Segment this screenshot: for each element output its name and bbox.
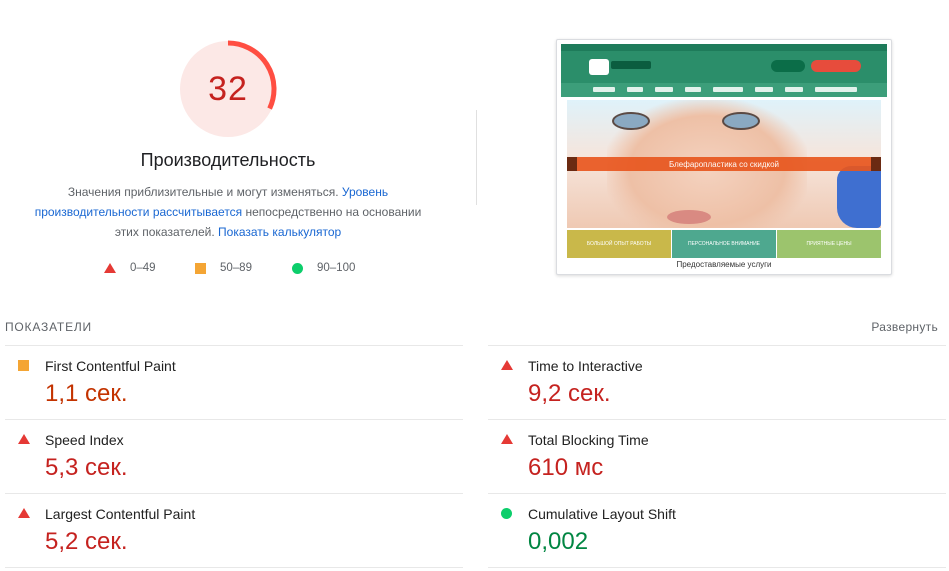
metrics-header: ПОКАЗАТЕЛИ bbox=[5, 320, 92, 334]
metric-value: 5,3 сек. bbox=[45, 454, 128, 481]
site-feature-label: БОЛЬШОЙ ОПЫТ РАБОТЫ bbox=[586, 241, 652, 247]
score-legend: 0–49 50–89 90–100 bbox=[0, 262, 456, 278]
metric-time-to-interactive: Time to Interactive 9,2 сек. bbox=[488, 345, 946, 420]
site-header bbox=[561, 51, 887, 83]
triangle-icon bbox=[18, 434, 30, 444]
metric-name: Largest Contentful Paint bbox=[45, 506, 196, 522]
site-topbar bbox=[561, 44, 887, 51]
banner-next-arrow bbox=[871, 157, 881, 171]
circle-icon bbox=[501, 508, 512, 519]
description-text-1: Значения приблизительные и могут изменят… bbox=[67, 185, 342, 199]
legend-label: 0–49 bbox=[130, 262, 156, 274]
triangle-icon bbox=[501, 434, 513, 444]
site-signup-pill bbox=[811, 60, 861, 72]
legend-pass: 90–100 bbox=[292, 262, 355, 274]
final-screenshot[interactable]: Блефаропластика со скидкой БОЛЬШОЙ ОПЫТ … bbox=[556, 39, 892, 275]
site-banner: Блефаропластика со скидкой bbox=[567, 157, 881, 171]
performance-title: Производительность bbox=[140, 150, 316, 170]
site-phone-pill bbox=[771, 60, 805, 72]
site-feature-label: ПЕРСОНАЛЬНОЕ ВНИМАНИЕ bbox=[687, 241, 761, 247]
metric-value: 5,2 сек. bbox=[45, 528, 128, 555]
metric-name: First Contentful Paint bbox=[45, 358, 176, 374]
performance-gauge: 32 bbox=[179, 40, 277, 138]
performance-description: Значения приблизительные и могут изменят… bbox=[25, 182, 431, 242]
show-calculator-link[interactable]: Показать калькулятор bbox=[218, 225, 341, 239]
triangle-icon bbox=[18, 508, 30, 518]
metric-name: Speed Index bbox=[45, 432, 124, 448]
metric-largest-contentful-paint: Largest Contentful Paint 5,2 сек. bbox=[5, 493, 463, 568]
eye-shape bbox=[722, 112, 760, 130]
metric-first-contentful-paint: First Contentful Paint 1,1 сек. bbox=[5, 345, 463, 420]
metric-cumulative-layout-shift: Cumulative Layout Shift 0,002 bbox=[488, 493, 946, 568]
lips-shape bbox=[667, 210, 711, 224]
metric-value: 0,002 bbox=[528, 528, 589, 555]
site-nav bbox=[561, 83, 887, 97]
square-icon bbox=[18, 360, 29, 371]
legend-label: 90–100 bbox=[317, 262, 356, 274]
metric-value: 1,1 сек. bbox=[45, 380, 128, 407]
site-feature-2: ПЕРСОНАЛЬНОЕ ВНИМАНИЕ bbox=[672, 230, 776, 258]
section-divider bbox=[476, 110, 477, 205]
metric-name: Total Blocking Time bbox=[528, 432, 649, 448]
metric-name: Time to Interactive bbox=[528, 358, 643, 374]
metric-value: 9,2 сек. bbox=[528, 380, 611, 407]
metric-total-blocking-time: Total Blocking Time 610 мс bbox=[488, 419, 946, 494]
metrics-bottom-border bbox=[5, 567, 463, 568]
metric-value: 610 мс bbox=[528, 454, 604, 481]
eye-shape bbox=[612, 112, 650, 130]
banner-prev-arrow bbox=[567, 157, 577, 171]
site-feature-label: ПРИЯТНЫЕ ЦЕНЫ bbox=[806, 241, 852, 247]
site-logo-text bbox=[611, 61, 651, 69]
site-feature-3: ПРИЯТНЫЕ ЦЕНЫ bbox=[777, 230, 881, 258]
legend-fail: 0–49 bbox=[104, 262, 156, 274]
expand-toggle[interactable]: Развернуть bbox=[871, 320, 938, 334]
glove-shape bbox=[837, 166, 881, 228]
square-icon bbox=[195, 262, 206, 274]
metric-speed-index: Speed Index 5,3 сек. bbox=[5, 419, 463, 494]
site-feature-1: БОЛЬШОЙ ОПЫТ РАБОТЫ bbox=[567, 230, 671, 258]
site-services-heading: Предоставляемые услуги bbox=[676, 260, 772, 269]
legend-label: 50–89 bbox=[220, 262, 252, 274]
legend-average: 50–89 bbox=[195, 262, 252, 274]
site-logo bbox=[589, 59, 609, 75]
site-banner-text: Блефаропластика со скидкой bbox=[668, 159, 780, 169]
circle-icon bbox=[292, 262, 303, 274]
metrics-bottom-border bbox=[488, 567, 946, 568]
triangle-icon bbox=[104, 263, 116, 273]
performance-score: 32 bbox=[208, 69, 248, 108]
triangle-icon bbox=[501, 360, 513, 370]
metric-name: Cumulative Layout Shift bbox=[528, 506, 676, 522]
